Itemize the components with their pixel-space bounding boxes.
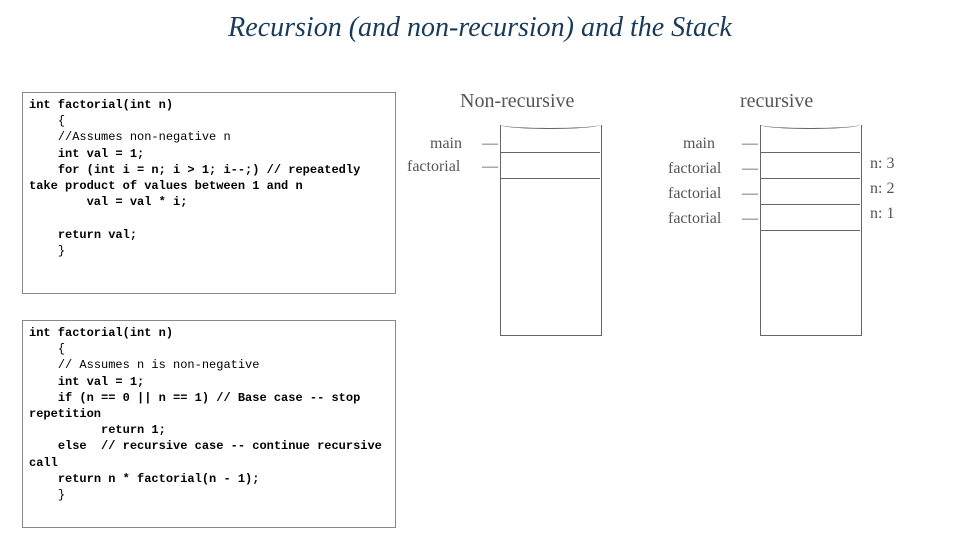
- slide: Recursion (and non-recursion) and the St…: [0, 0, 960, 540]
- frame-divider: [500, 152, 600, 153]
- frame-divider: [500, 178, 600, 179]
- label-factorial: factorial: [407, 158, 460, 176]
- code-line: int val = 1;: [29, 147, 144, 161]
- code-line: else: [29, 439, 101, 453]
- code-line: }: [29, 244, 65, 258]
- label-n3: n: 3: [870, 155, 894, 173]
- stack-nonrecursive: [500, 125, 602, 336]
- code-line: //Assumes non-negative n: [29, 130, 231, 144]
- code-line: val = val * i;: [29, 195, 187, 209]
- recursive-code-box: int factorial(int n) { // Assumes n is n…: [22, 320, 396, 528]
- label-main: main: [430, 135, 462, 153]
- code-line: int val = 1;: [29, 375, 144, 389]
- code-line: {: [29, 342, 65, 356]
- label-factorial: factorial: [668, 160, 721, 178]
- stack-sketch: Non-recursive main factorial — — recursi…: [400, 90, 940, 360]
- label-recursive: recursive: [740, 90, 813, 113]
- code-line: int factorial(int n): [29, 98, 173, 112]
- label-nonrecursive: Non-recursive: [460, 90, 574, 113]
- frame-divider: [760, 178, 860, 179]
- label-factorial: factorial: [668, 210, 721, 228]
- code-line: if (n == 0 || n == 1): [29, 391, 216, 405]
- code-line: return val;: [29, 228, 137, 242]
- code-line: return n * factorial(n - 1);: [29, 472, 259, 486]
- stack-top-curve: [760, 120, 860, 129]
- code-line: }: [29, 488, 65, 502]
- iterative-code-box: int factorial(int n) { //Assumes non-neg…: [22, 92, 396, 294]
- code-line: for (int i = n; i > 1; i--;): [29, 163, 267, 177]
- code-line: return 1;: [29, 423, 166, 437]
- frame-divider: [760, 204, 860, 205]
- label-factorial: factorial: [668, 185, 721, 203]
- code-line: // Assumes n is non-negative: [29, 358, 259, 372]
- code-line: int factorial(int n): [29, 326, 173, 340]
- label-n2: n: 2: [870, 180, 894, 198]
- frame-divider: [760, 230, 860, 231]
- label-n1: n: 1: [870, 205, 894, 223]
- code-line: {: [29, 114, 65, 128]
- label-main: main: [683, 135, 715, 153]
- frame-divider: [760, 152, 860, 153]
- slide-title: Recursion (and non-recursion) and the St…: [0, 12, 960, 44]
- stack-top-curve: [500, 120, 600, 129]
